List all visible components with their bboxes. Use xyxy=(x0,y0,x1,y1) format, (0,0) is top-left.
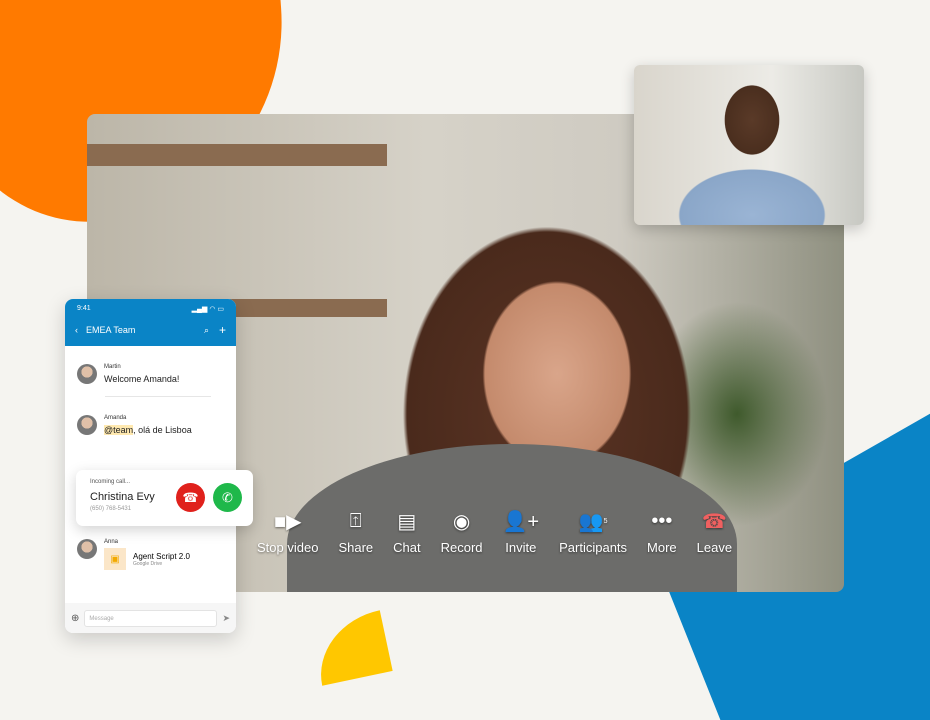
avatar xyxy=(77,415,97,435)
message: Anna ▣ Agent Script 2.0 Google Drive xyxy=(65,539,202,570)
chat-icon: ▤ xyxy=(397,510,417,533)
send-icon[interactable]: ➤ xyxy=(222,613,230,624)
share-button[interactable]: ⍐ Share xyxy=(328,508,383,556)
participants-count: 5 xyxy=(603,517,608,525)
add-person-icon: 👤+ xyxy=(502,510,540,533)
hang-up-icon: ☎ xyxy=(182,489,199,505)
avatar xyxy=(77,364,97,384)
shelf xyxy=(87,144,387,166)
chat-title: EMEA Team xyxy=(86,325,136,335)
search-icon[interactable]: ⌕ xyxy=(204,325,209,336)
divider xyxy=(105,396,211,397)
incoming-call-card: Incoming call... Christina Evy (650) 768… xyxy=(76,470,253,526)
chat-button[interactable]: ▤ Chat xyxy=(383,508,430,556)
back-icon[interactable]: ‹ xyxy=(75,325,78,335)
add-icon[interactable]: ⊕ xyxy=(71,613,79,624)
call-controls: ■▶ Stop video ⍐ Share ▤ Chat ◉ Record 👤+ Invi… xyxy=(247,508,742,556)
leave-button[interactable]: ☎ Leave xyxy=(687,508,742,556)
participants-button[interactable]: 👥 5 Participants xyxy=(549,508,637,556)
more-icon: ••• xyxy=(651,509,673,532)
self-video-thumbnail xyxy=(634,65,864,225)
hang-up-icon: ☎ xyxy=(701,510,727,533)
decor-yellow-shape xyxy=(309,610,393,686)
record-button[interactable]: ◉ Record xyxy=(431,508,493,556)
accept-call-button[interactable]: ✆ xyxy=(213,483,242,512)
mention[interactable]: @team xyxy=(104,425,134,435)
avatar xyxy=(77,539,97,559)
file-icon: ▣ xyxy=(104,548,126,570)
plus-icon[interactable]: + xyxy=(219,323,226,337)
participants-icon: 👥 5 xyxy=(578,510,608,533)
message: Martin Welcome Amanda! xyxy=(65,364,236,384)
video-camera-icon: ■▶ xyxy=(273,510,302,533)
mobile-chat-app: 9:41 ▂▄▆ ◠ ▭ ‹ EMEA Team ⌕ + Martin Welcome A… xyxy=(65,299,236,633)
message-input[interactable]: Message xyxy=(84,609,218,627)
file-attachment[interactable]: ▣ Agent Script 2.0 Google Drive xyxy=(104,548,190,570)
decline-call-button[interactable]: ☎ xyxy=(176,483,205,512)
record-icon: ◉ xyxy=(452,510,471,533)
status-icons: ▂▄▆ ◠ ▭ xyxy=(191,306,224,313)
status-time: 9:41 xyxy=(77,305,91,312)
share-screen-icon: ⍐ xyxy=(349,509,362,532)
chat-header: 9:41 ▂▄▆ ◠ ▭ ‹ EMEA Team ⌕ + xyxy=(65,299,236,346)
stop-video-button[interactable]: ■▶ Stop video xyxy=(247,508,328,556)
composer: ⊕ Message ➤ xyxy=(65,603,236,633)
phone-icon: ✆ xyxy=(222,489,233,505)
more-button[interactable]: ••• More xyxy=(637,508,687,556)
message: Amanda @team, olá de Lisboa xyxy=(65,415,236,435)
invite-button[interactable]: 👤+ Invite xyxy=(493,508,550,556)
